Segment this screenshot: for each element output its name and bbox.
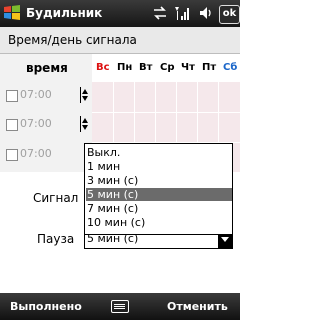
done-softkey[interactable]: Выполнено — [10, 300, 82, 313]
cancel-softkey[interactable]: Отменить — [167, 300, 228, 313]
day-header-wednesday: Ср — [160, 62, 175, 73]
day-header-monday: Пн — [117, 62, 133, 73]
alarm-1-time[interactable]: 07:00 — [20, 88, 52, 101]
alarm-3-checkbox[interactable] — [6, 149, 18, 161]
day-header-tuesday: Вт — [139, 62, 153, 73]
chevron-down-icon — [221, 237, 229, 242]
pause-option[interactable]: 7 мин (с) — [86, 202, 232, 215]
signal-label: Сигнал — [33, 191, 79, 205]
day-header-saturday: Сб — [223, 62, 238, 73]
pause-label: Пауза — [37, 232, 75, 246]
time-column-header: время — [26, 61, 68, 75]
keyboard-icon[interactable] — [111, 300, 129, 313]
pause-option-selected[interactable]: 5 мин (с) — [86, 188, 232, 201]
pause-dropdown-list[interactable]: Выкл. 1 мин 3 мин (с) 5 мин (с) 7 мин (с… — [84, 143, 233, 235]
pause-option[interactable]: 10 мин (с) — [86, 216, 232, 229]
form-header: Время/день сигнала — [0, 27, 240, 54]
alarm-2-time[interactable]: 07:00 — [20, 117, 52, 130]
alarm-3-time[interactable]: 07:00 — [20, 147, 52, 160]
alarm-2-checkbox[interactable] — [6, 119, 18, 131]
pause-option[interactable]: 1 мин — [86, 160, 232, 173]
day-header-thursday: Чт — [181, 62, 195, 73]
ok-button[interactable]: ok — [219, 5, 240, 24]
title-bar: Будильник ok — [0, 0, 240, 27]
pause-option[interactable]: 3 мин (с) — [86, 174, 232, 187]
app-title: Будильник — [26, 6, 103, 20]
softkey-bar: Выполнено Отменить — [0, 293, 240, 320]
day-header-sunday: Вс — [96, 62, 110, 73]
form-header-title: Время/день сигнала — [8, 33, 137, 47]
alarm-1-spinner-icon[interactable] — [80, 87, 89, 103]
day-header-friday: Пт — [202, 62, 217, 73]
alarm-1-checkbox[interactable] — [6, 90, 18, 102]
connectivity-icon[interactable] — [152, 5, 168, 21]
pause-option[interactable]: Выкл. — [86, 146, 232, 159]
volume-icon[interactable] — [198, 5, 214, 21]
windows-logo[interactable] — [3, 4, 21, 22]
signal-strength-icon[interactable] — [174, 5, 190, 21]
alarm-2-spinner-icon[interactable] — [80, 116, 89, 132]
